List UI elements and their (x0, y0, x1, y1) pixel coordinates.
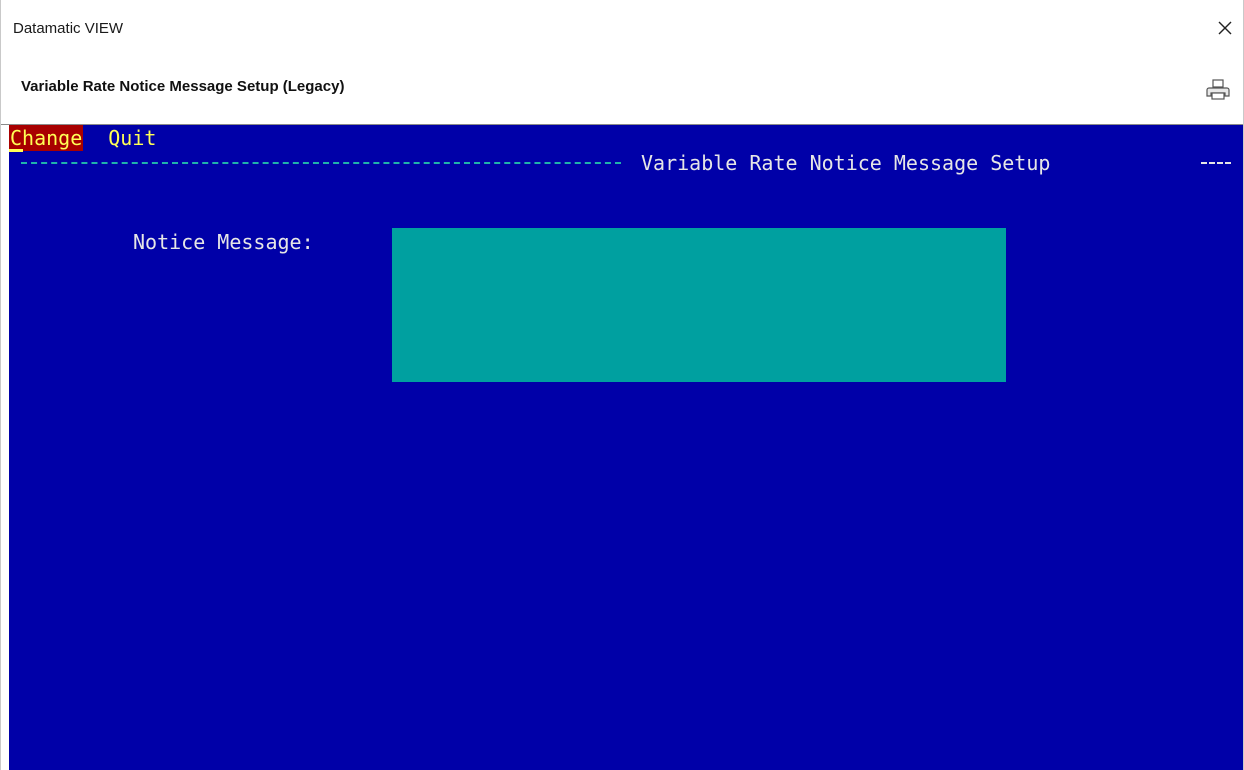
menu-item-change[interactable]: Change (9, 125, 84, 151)
menu-bar: Change Quit (9, 125, 157, 151)
close-icon (1218, 21, 1232, 35)
terminal-screen: Change Quit Variable Rate Notice Message … (9, 125, 1243, 770)
section-rule: Variable Rate Notice Message Setup (21, 149, 1231, 177)
close-button[interactable] (1211, 14, 1239, 42)
menu-item-quit[interactable]: Quit (107, 125, 157, 151)
notice-message-label: Notice Message: (133, 230, 314, 254)
app-window: Datamatic VIEW Variable Rate Notice Mess… (0, 0, 1244, 770)
rule-dashes-left (21, 162, 621, 164)
app-title: Datamatic VIEW (13, 20, 124, 37)
screen-title: Variable Rate Notice Message Setup (Lega… (21, 78, 345, 95)
printer-icon (1206, 79, 1230, 100)
title-bar: Datamatic VIEW (1, 0, 1243, 62)
print-button[interactable] (1205, 77, 1231, 103)
notice-message-input[interactable] (392, 228, 1006, 382)
rule-dashes-right (1201, 162, 1231, 164)
screen-header: Variable Rate Notice Message Setup (Lega… (1, 62, 1243, 125)
section-title: Variable Rate Notice Message Setup (641, 151, 1051, 175)
